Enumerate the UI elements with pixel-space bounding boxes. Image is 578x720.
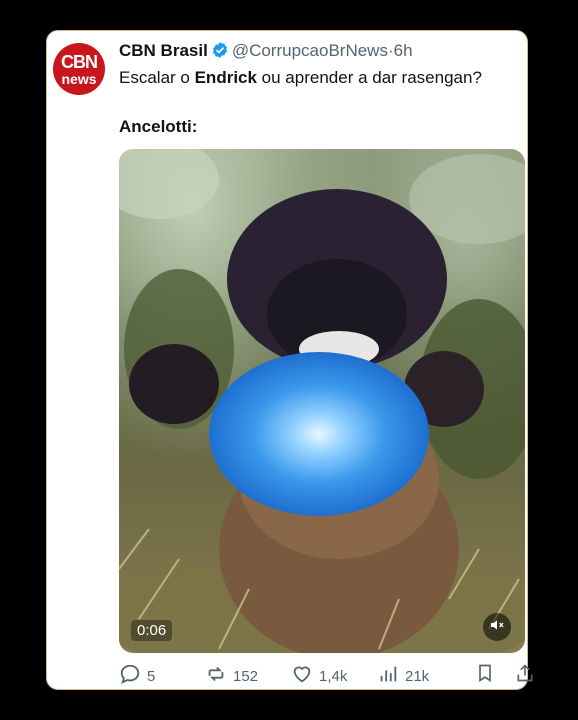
bookmark-button[interactable]: [475, 663, 501, 687]
avatar-logo-subtext: news: [61, 70, 97, 87]
tweet-header: CBN Brasil @CorrupcaoBrNews·6h: [119, 41, 413, 64]
speaker-muted-icon: [489, 617, 505, 638]
video-player[interactable]: 0:06: [119, 149, 525, 653]
tweet-card[interactable]: CBN news CBN Brasil @CorrupcaoBrNews·6h E…: [46, 30, 533, 690]
mute-button[interactable]: [483, 613, 511, 641]
views-button[interactable]: 21k: [377, 663, 429, 689]
like-button[interactable]: 1,4k: [291, 663, 347, 689]
heart-icon: [291, 663, 319, 689]
tweet-text-part2: ou aprender a dar rasengan?: [256, 68, 482, 87]
verified-badge-icon: [211, 41, 229, 64]
views-chart-icon: [377, 663, 405, 689]
tweet-text-part1: Escalar o: [119, 68, 195, 87]
video-frame-image: [119, 149, 525, 653]
like-count: 1,4k: [319, 667, 348, 685]
avatar-logo-text: CBN: [61, 51, 98, 72]
tweet-text: Escalar o Endrick ou aprender a dar rase…: [119, 68, 482, 88]
repost-icon: [205, 663, 233, 689]
action-bar: 5 152 1,4k 21k: [119, 663, 533, 689]
repost-count: 152: [233, 667, 259, 685]
reply-count: 5: [147, 667, 156, 685]
views-count: 21k: [405, 667, 430, 685]
reply-button[interactable]: 5: [119, 663, 155, 689]
avatar[interactable]: CBN news: [53, 43, 105, 95]
bookmark-icon: [475, 663, 501, 687]
reply-icon: [119, 663, 147, 689]
tweet-text-line2: Ancelotti:: [119, 117, 198, 136]
tweet-text-bold: Endrick: [194, 68, 257, 87]
author-name[interactable]: CBN Brasil: [119, 41, 208, 60]
author-handle[interactable]: @CorrupcaoBrNews: [232, 41, 388, 60]
tweet-time[interactable]: 6h: [394, 41, 413, 60]
share-button[interactable]: [515, 663, 541, 687]
share-icon: [515, 663, 541, 687]
video-duration: 0:06: [131, 620, 173, 641]
repost-button[interactable]: 152: [205, 663, 258, 689]
